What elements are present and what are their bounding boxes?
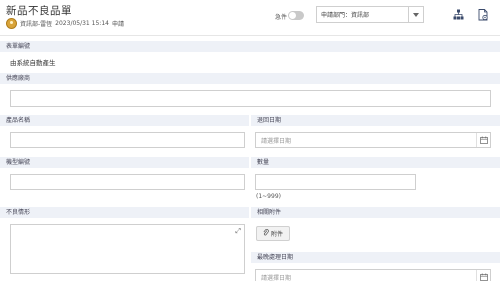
final-date-label: 最晚處理日期 bbox=[251, 252, 500, 263]
expand-icon[interactable]: ⤢ bbox=[235, 227, 241, 236]
attach-button-label: 附件 bbox=[271, 231, 284, 238]
toggle-knob bbox=[289, 12, 296, 19]
department-select-value: 申請部門：資訊部 bbox=[321, 12, 370, 19]
form-number-value: 由系統自動產生 bbox=[10, 59, 56, 67]
page-title: 新品不良品單 bbox=[6, 5, 72, 17]
product-name-label: 產品名稱 bbox=[0, 115, 249, 126]
return-date-label: 退回日期 bbox=[251, 115, 500, 126]
org-chart-icon[interactable] bbox=[452, 8, 465, 21]
model-number-input[interactable] bbox=[10, 174, 245, 190]
quantity-input[interactable] bbox=[255, 174, 416, 190]
product-name-input[interactable] bbox=[10, 132, 245, 148]
calendar-icon[interactable] bbox=[476, 270, 490, 281]
return-date-placeholder: 請選擇日期 bbox=[261, 137, 292, 145]
attach-button[interactable]: 附件 bbox=[256, 226, 291, 241]
avatar bbox=[6, 17, 17, 29]
attachments-label: 相關附件 bbox=[251, 207, 500, 218]
supplier-label: 供應廠商 bbox=[0, 73, 500, 84]
chevron-down-icon[interactable] bbox=[408, 7, 423, 22]
form-number-label: 表單編號 bbox=[0, 41, 500, 52]
urgent-label: 急件 bbox=[275, 14, 288, 21]
supplier-input[interactable] bbox=[10, 90, 491, 107]
author-name: 資訊部-雷恆 bbox=[20, 20, 53, 28]
quantity-hint: (1~999) bbox=[256, 193, 281, 200]
defect-label: 不良情形 bbox=[0, 207, 249, 218]
quantity-label: 數量 bbox=[251, 157, 500, 168]
page-header: 新品不良品單 資訊部-雷恆 2023/05/31 15:14 申請 急件 申請部… bbox=[0, 0, 500, 36]
defect-textarea[interactable]: ⤢ bbox=[10, 224, 245, 274]
return-date-input[interactable]: 請選擇日期 bbox=[255, 132, 491, 148]
author-meta: 資訊部-雷恆 2023/05/31 15:14 申請 bbox=[6, 17, 124, 29]
final-date-input[interactable]: 請選擇日期 bbox=[255, 269, 491, 281]
model-number-label: 機型編號 bbox=[0, 157, 249, 168]
created-datetime: 2023/05/31 15:14 bbox=[55, 19, 109, 27]
status-badge: 申請 bbox=[111, 20, 124, 28]
document-settings-icon[interactable] bbox=[477, 8, 490, 21]
urgent-toggle[interactable] bbox=[288, 11, 304, 20]
final-date-placeholder: 請選擇日期 bbox=[261, 274, 292, 281]
department-select[interactable]: 申請部門：資訊部 bbox=[316, 6, 424, 23]
paperclip-icon bbox=[263, 229, 269, 238]
calendar-icon[interactable] bbox=[476, 133, 490, 147]
